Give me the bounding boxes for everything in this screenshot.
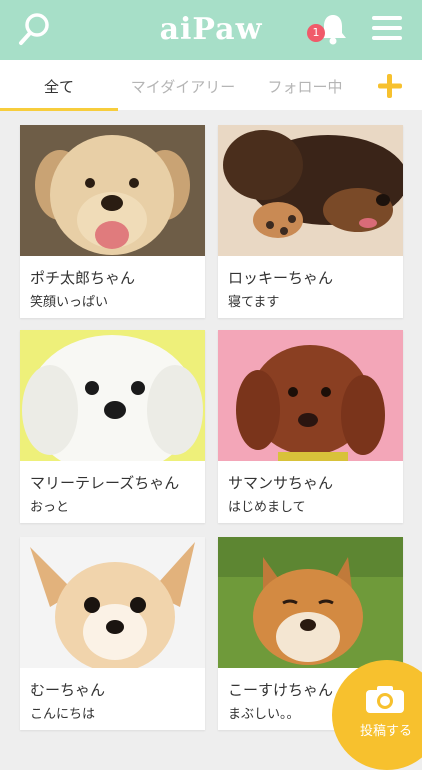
dog-photo [218, 125, 403, 256]
post-card[interactable]: むーちゃん こんにちは [20, 537, 205, 730]
post-caption: はじめまして [228, 500, 306, 515]
tab-following[interactable]: フォロー中 [250, 60, 360, 110]
post-caption: こんにちは [30, 707, 96, 722]
menu-icon[interactable] [372, 16, 402, 42]
tab-all[interactable]: 全て [0, 60, 118, 110]
app-header: aiPaw 1 [0, 0, 422, 60]
app-logo: aiPaw [159, 12, 263, 47]
dog-photo [218, 330, 403, 461]
post-card[interactable]: マリーテレーズちゃん おっと [20, 330, 205, 523]
post-caption: 笑顔いっぱい [30, 295, 109, 310]
post-card[interactable]: ポチ太郎ちゃん 笑顔いっぱい [20, 125, 205, 318]
post-dog-name: ポチ太郎ちゃん [30, 269, 136, 287]
post-dog-name: ロッキーちゃん [228, 269, 334, 287]
tab-bar: 全て マイダイアリー フォロー中 [0, 60, 422, 111]
search-icon[interactable] [18, 12, 50, 46]
post-caption: 寝てます [228, 295, 280, 310]
camera-icon [366, 686, 404, 713]
post-dog-name: サマンサちゃん [228, 474, 334, 492]
post-dog-name: マリーテレーズちゃん [30, 474, 180, 492]
post-card[interactable]: ロッキーちゃん 寝てます [218, 125, 403, 318]
plus-icon[interactable] [372, 68, 408, 104]
post-dog-name: むーちゃん [30, 681, 106, 699]
tab-my-diary[interactable]: マイダイアリー [118, 60, 248, 110]
dog-photo [20, 125, 205, 256]
post-caption: まぶしい。。 [228, 707, 300, 722]
notification-badge: 1 [307, 24, 325, 42]
dog-photo [218, 537, 403, 668]
active-tab-indicator [0, 108, 118, 111]
post-caption: おっと [30, 500, 70, 515]
post-button-label: 投稿する [360, 724, 413, 739]
dog-photo [20, 537, 205, 668]
post-dog-name: こーすけちゃん [228, 681, 334, 699]
post-card[interactable]: サマンサちゃん はじめまして [218, 330, 403, 523]
dog-photo [20, 330, 205, 461]
